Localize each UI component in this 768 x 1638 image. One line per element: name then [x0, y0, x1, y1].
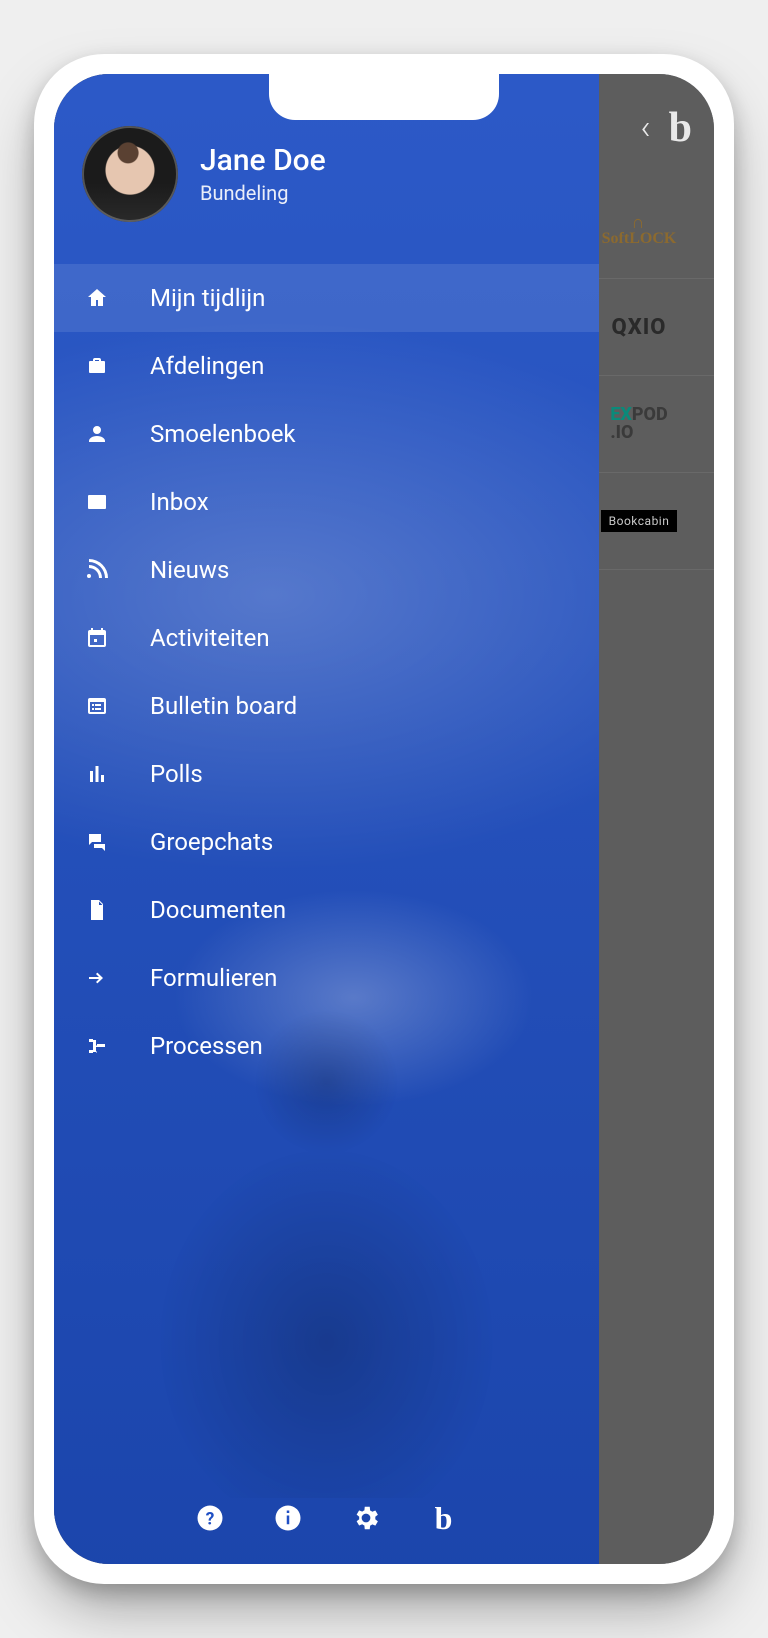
nav-item-label: Bulletin board	[150, 692, 571, 720]
tree-icon	[82, 1034, 112, 1058]
nav-item-label: Mijn tijdlijn	[150, 284, 571, 312]
help-icon[interactable]: ?	[193, 1501, 227, 1535]
nav-item-departments[interactable]: Afdelingen	[54, 332, 599, 400]
nav-item-label: Documenten	[150, 896, 571, 924]
calendar-icon	[82, 626, 112, 650]
nav-item-timeline[interactable]: Mijn tijdlijn	[54, 264, 599, 332]
nav-item-label: Nieuws	[150, 556, 571, 584]
rss-icon	[82, 558, 112, 582]
nav-item-documents[interactable]: Documenten	[54, 876, 599, 944]
arrow-right-icon	[82, 966, 112, 990]
softlock-logo-icon: ∩SoftLOCK	[602, 213, 677, 247]
phone-frame: ‹ b ∩SoftLOCK QXIO EXPOD.IO Bookcabin	[34, 54, 734, 1584]
svg-text:?: ?	[205, 1509, 214, 1529]
nav-item-label: Processen	[150, 1032, 571, 1060]
nav-item-inbox[interactable]: Inbox	[54, 468, 599, 536]
mail-icon	[82, 490, 112, 514]
stage: ‹ b ∩SoftLOCK QXIO EXPOD.IO Bookcabin	[0, 0, 768, 1638]
nav-item-label: Formulieren	[150, 964, 571, 992]
nav-item-forms[interactable]: Formulieren	[54, 944, 599, 1012]
nav-item-label: Polls	[150, 760, 571, 788]
navigation-drawer: Jane Doe Bundeling Mijn tijdlijn Afdeling…	[54, 74, 599, 1564]
poll-icon	[82, 762, 112, 786]
file-icon	[82, 898, 112, 922]
home-icon	[82, 286, 112, 310]
nav-item-polls[interactable]: Polls	[54, 740, 599, 808]
briefcase-icon	[82, 354, 112, 378]
bookcabin-logo-icon: Bookcabin	[601, 510, 678, 532]
chat-icon	[82, 830, 112, 854]
nav-item-people[interactable]: Smoelenboek	[54, 400, 599, 468]
back-chevron-icon[interactable]: ‹	[641, 108, 651, 148]
brand-logo-icon[interactable]: b	[669, 104, 692, 152]
nav-item-news[interactable]: Nieuws	[54, 536, 599, 604]
nav-item-processes[interactable]: Processen	[54, 1012, 599, 1080]
profile-text: Jane Doe Bundeling	[200, 144, 326, 205]
nav-list: Mijn tijdlijn Afdelingen Smoelenboek Inbox N…	[54, 250, 599, 1080]
info-icon[interactable]	[271, 1501, 305, 1535]
nav-item-label: Afdelingen	[150, 352, 571, 380]
qxio-logo-icon: QXIO	[612, 315, 667, 340]
nav-item-label: Groepchats	[150, 828, 571, 856]
nav-item-label: Smoelenboek	[150, 420, 571, 448]
board-icon	[82, 694, 112, 718]
drawer-bottom-bar: ? b	[54, 1472, 599, 1564]
person-icon	[82, 422, 112, 446]
nav-item-activities[interactable]: Activiteiten	[54, 604, 599, 672]
brand-icon[interactable]: b	[427, 1501, 461, 1535]
nav-item-label: Activiteiten	[150, 624, 571, 652]
avatar	[82, 126, 178, 222]
expod-logo-icon: EXPOD.IO	[610, 406, 667, 442]
nav-item-label: Inbox	[150, 488, 571, 516]
gear-icon[interactable]	[349, 1501, 383, 1535]
profile-org: Bundeling	[200, 181, 326, 205]
phone-screen: ‹ b ∩SoftLOCK QXIO EXPOD.IO Bookcabin	[54, 74, 714, 1564]
phone-notch	[269, 74, 499, 120]
nav-item-groupchats[interactable]: Groepchats	[54, 808, 599, 876]
nav-item-bulletin[interactable]: Bulletin board	[54, 672, 599, 740]
profile-name: Jane Doe	[200, 144, 326, 177]
